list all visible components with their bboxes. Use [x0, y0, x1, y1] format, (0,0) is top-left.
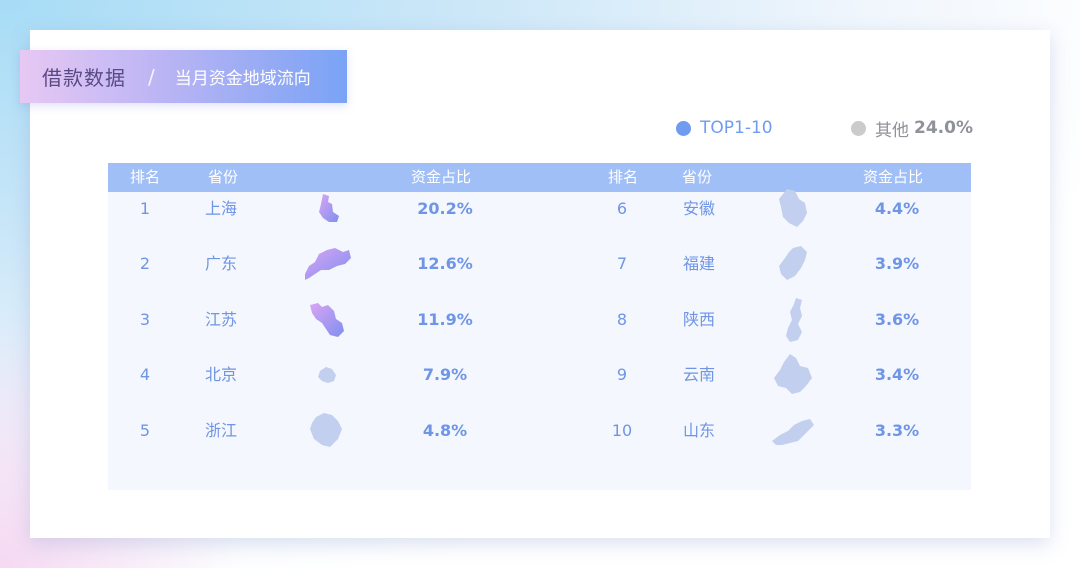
header-share-left: 资金占比 [411, 168, 472, 186]
header-province-right: 省份 [682, 168, 713, 186]
legend-top10-dot-icon [676, 120, 691, 136]
right-rank-cell: 6 [616, 199, 628, 218]
left-rank-cell: 5 [139, 421, 151, 440]
left-rank-cell: 4 [139, 365, 151, 384]
left-province-cell: 广东 [204, 254, 238, 273]
left-share-cell: 7.9% [422, 365, 468, 384]
header-share-right: 资金占比 [863, 168, 924, 186]
page-title: 借款数据 [42, 66, 126, 90]
right-share-cell: 3.9% [874, 254, 920, 273]
left-province-cell: 上海 [204, 199, 238, 218]
right-share-cell: 3.4% [874, 365, 920, 384]
legend-other-value: 24.0% [914, 118, 973, 138]
left-share-cell: 11.9% [417, 310, 473, 329]
legend-other-label: 其他 [875, 120, 909, 141]
right-rank-cell: 10 [611, 421, 633, 440]
title-banner: 借款数据 / 当月资金地域流向 [20, 50, 347, 103]
header-rank-right: 排名 [608, 168, 639, 186]
right-rank-cell: 9 [616, 365, 628, 384]
right-province-cell: 云南 [682, 365, 716, 384]
left-province-cell: 江苏 [204, 310, 238, 329]
left-share-cell: 12.6% [417, 254, 473, 273]
fujian-map-icon [779, 246, 807, 280]
left-rank-cell: 2 [139, 254, 151, 273]
left-rank-cell: 3 [139, 310, 151, 329]
region-table: 排名 省份 资金占比 排名 省份 资金占比 1 上海 20.2% 2 广东 12.6% 3 江… [108, 163, 971, 490]
header-rank-left: 排名 [130, 168, 161, 186]
left-province-cell: 北京 [204, 365, 238, 384]
title-separator: / [148, 64, 155, 89]
left-share-cell: 4.8% [422, 421, 468, 440]
right-province-cell: 山东 [682, 421, 716, 440]
left-share-cell: 20.2% [417, 199, 473, 218]
right-share-cell: 4.4% [874, 199, 920, 218]
legend-top10-label: TOP1-10 [700, 118, 773, 138]
right-rank-cell: 8 [616, 310, 628, 329]
shandong-map-icon [772, 419, 814, 445]
left-rank-cell: 1 [139, 199, 151, 218]
guangdong-map-icon [305, 248, 351, 280]
legend-other-dot-icon [851, 120, 866, 136]
right-share-cell: 3.6% [874, 310, 920, 329]
right-rank-cell: 7 [616, 254, 628, 273]
header-province-left: 省份 [208, 168, 239, 186]
shanghai-map-icon [319, 194, 339, 222]
beijing-map-icon [318, 367, 336, 383]
left-province-cell: 浙江 [204, 421, 238, 440]
legend-top10: TOP1-10 [676, 117, 773, 139]
legend-other: 其他 24.0% [851, 117, 973, 141]
page-subtitle: 当月资金地域流向 [174, 69, 311, 89]
jiangsu-map-icon [310, 303, 344, 337]
table-header: 排名 省份 资金占比 排名 省份 资金占比 [108, 163, 971, 192]
zhejiang-map-icon [310, 413, 342, 447]
right-province-cell: 福建 [682, 254, 716, 273]
right-province-cell: 陕西 [682, 310, 716, 329]
right-province-cell: 安徽 [682, 199, 716, 218]
anhui-map-icon [779, 189, 807, 227]
yunnan-map-icon [774, 354, 812, 394]
right-share-cell: 3.3% [874, 421, 920, 440]
shaanxi-map-icon [786, 298, 802, 342]
